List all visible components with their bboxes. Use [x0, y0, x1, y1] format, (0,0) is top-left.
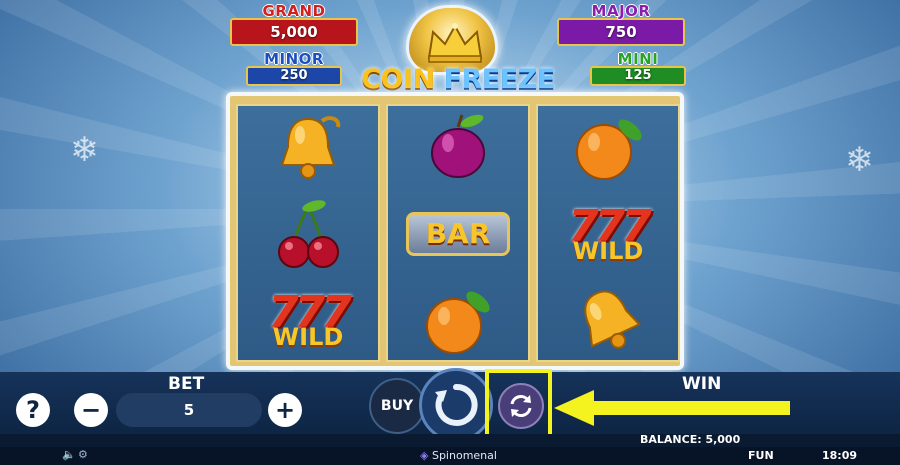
brand-name: ◈ Spinomenal: [420, 449, 497, 462]
symbol-cherry: [238, 192, 378, 276]
bet-label: BET: [168, 374, 205, 394]
plum-icon: [431, 114, 485, 178]
jackpot-minor-label: MINOR: [264, 50, 324, 68]
jackpot-grand-value: 5,000: [230, 18, 358, 46]
symbol-orange: [538, 106, 678, 190]
wild-label: WILD: [572, 237, 644, 265]
jackpot-minor: MINOR 250: [230, 52, 358, 86]
help-button[interactable]: ?: [16, 393, 50, 427]
symbol-bell: [538, 278, 678, 362]
jackpot-grand-label: GRAND: [262, 2, 326, 20]
symbol-wild: 777 WILD: [538, 192, 678, 276]
sound-icon[interactable]: 🔈: [62, 448, 76, 461]
logo-word-freeze: FREEZE: [443, 64, 556, 95]
reel-3: 777 WILD: [536, 104, 680, 362]
bell-icon: [584, 290, 641, 349]
jackpot-minor-value: 250: [246, 66, 342, 86]
bet-value: 5: [116, 393, 262, 427]
reel-1: 777 WILD: [236, 104, 380, 362]
buy-feature-button[interactable]: BUY: [369, 378, 425, 434]
mode-text: FUN: [748, 449, 774, 462]
autoplay-highlight-box: [485, 369, 552, 440]
spin-button[interactable]: [419, 368, 493, 442]
increase-bet-button[interactable]: +: [268, 393, 302, 427]
snowflake-icon: ❄: [70, 130, 99, 170]
decrease-bet-button[interactable]: −: [74, 393, 108, 427]
jackpot-major-label: MAJOR: [591, 2, 651, 20]
symbol-orange: [388, 278, 528, 362]
cherry-icon: [278, 200, 339, 268]
symbol-bar: BAR: [388, 192, 528, 276]
symbol-bell: [238, 106, 378, 190]
jackpot-mini: MINI 125: [574, 52, 702, 86]
bell-icon: [280, 116, 341, 179]
orange-icon: [576, 119, 642, 180]
orange-icon: [426, 291, 490, 354]
status-bar: BALANCE: 5,000 🔈 ⚙ ◈ Spinomenal FUN 18:0…: [0, 434, 900, 465]
jackpot-major-value: 750: [557, 18, 685, 46]
symbol-plum: [388, 106, 528, 190]
clock-text: 18:09: [822, 449, 858, 462]
symbol-wild: 777 WILD: [238, 278, 378, 362]
jackpot-grand: GRAND 5,000: [230, 4, 358, 46]
snowflake-icon: ❄: [845, 140, 874, 180]
balance-text: BALANCE: 5,000: [640, 433, 741, 446]
reel-2: BAR: [386, 104, 530, 362]
spin-icon: [435, 383, 478, 426]
win-label: WIN: [682, 374, 722, 394]
logo-word-coin: COIN: [361, 64, 435, 95]
jackpot-mini-label: MINI: [617, 50, 659, 68]
bar-label: BAR: [406, 212, 510, 256]
wild-label: WILD: [272, 323, 344, 351]
reel-frame: 777 WILD BAR 777 WILD: [226, 92, 684, 370]
arrow-icon: [554, 390, 790, 426]
jackpot-mini-value: 125: [590, 66, 686, 86]
jackpot-major: MAJOR 750: [557, 4, 685, 46]
settings-icon[interactable]: ⚙: [78, 448, 88, 461]
